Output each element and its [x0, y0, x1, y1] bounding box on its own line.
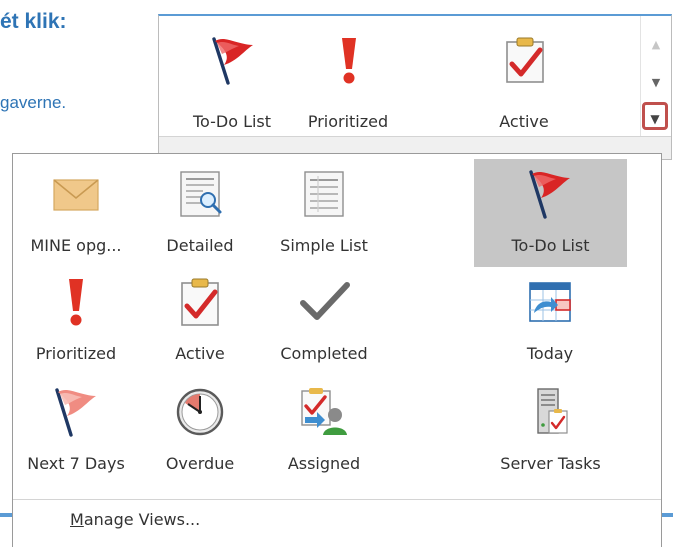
view-tile-active[interactable]: Active	[138, 267, 262, 375]
red-flag-icon	[212, 37, 253, 85]
server-tasks-icon	[537, 388, 568, 434]
view-gallery-dropdown: MINE opg... Detailed Simple List To-Do L…	[12, 153, 662, 547]
assigned-person-icon	[301, 388, 347, 435]
gallery-scroll-up-button[interactable]: ▲	[645, 38, 667, 51]
document-heading: ét klik:	[0, 10, 67, 33]
gallery-more-button[interactable]: ▼	[642, 102, 668, 130]
gallery-scroll: ▲ ▼ ▼	[640, 16, 671, 137]
clock-icon	[176, 388, 224, 436]
view-tile-next-7-days[interactable]: Next 7 Days	[14, 377, 138, 485]
view-label: To-Do List	[511, 236, 590, 255]
gallery-item-label: Active	[499, 112, 549, 131]
view-tile-assigned[interactable]: Assigned	[262, 377, 386, 485]
manage-views-label: anage Views...	[83, 510, 201, 529]
view-label: Active	[175, 344, 225, 363]
red-flag-icon	[529, 170, 570, 219]
exclamation-icon	[342, 38, 356, 84]
view-label: Completed	[280, 344, 368, 363]
view-tile-to-do-list[interactable]: To-Do List	[474, 159, 627, 267]
clipboard-check-icon	[506, 37, 544, 83]
checkmark-icon	[300, 282, 350, 320]
detailed-list-icon	[180, 171, 222, 217]
view-tile-server-tasks[interactable]: Server Tasks	[474, 377, 627, 485]
view-tile-mine-opgaver[interactable]: MINE opg...	[14, 159, 138, 267]
view-tile-overdue[interactable]: Overdue	[138, 377, 262, 485]
view-tile-prioritized[interactable]: Prioritized	[14, 267, 138, 375]
menu-divider	[13, 499, 661, 500]
envelope-icon	[53, 179, 99, 211]
gallery-scroll-down-button[interactable]: ▼	[645, 76, 667, 89]
clipboard-check-icon	[181, 278, 219, 326]
view-label: Assigned	[287, 454, 361, 473]
gallery-item-label: To-Do List	[192, 112, 272, 131]
view-label: Server Tasks	[500, 454, 601, 473]
view-tile-completed[interactable]: Completed	[262, 267, 386, 375]
pink-flag-icon	[55, 388, 96, 437]
view-tile-simple-list[interactable]: Simple List	[262, 159, 386, 267]
gallery-item-active[interactable]: Active	[465, 24, 583, 136]
manage-views-menu-item[interactable]: Manage Views...	[70, 510, 200, 529]
document-border-line	[662, 513, 673, 517]
exclamation-icon	[69, 279, 83, 326]
view-label: Overdue	[165, 454, 235, 473]
gallery-item-prioritized[interactable]: Prioritized	[289, 24, 407, 136]
document-text: gaverne.	[0, 93, 67, 112]
manage-views-mnemonic: M	[70, 510, 84, 529]
view-label: Today	[526, 344, 574, 363]
view-tile-detailed[interactable]: Detailed	[138, 159, 262, 267]
simple-list-icon	[304, 171, 344, 217]
view-label: Prioritized	[35, 344, 117, 363]
view-label: Next 7 Days	[27, 454, 125, 473]
document-border-line	[0, 513, 12, 517]
view-tile-today[interactable]: Today	[488, 267, 612, 375]
calendar-arrow-icon	[529, 282, 571, 322]
current-view-gallery: To-Do List Prioritized Active ▲ ▼ ▼	[158, 14, 672, 160]
gallery-item-to-do-list[interactable]: To-Do List	[173, 24, 291, 136]
view-label: Simple List	[280, 236, 368, 255]
view-label: MINE opg...	[30, 236, 122, 255]
gallery-item-label: Prioritized	[307, 112, 389, 131]
view-label: Detailed	[166, 236, 234, 255]
